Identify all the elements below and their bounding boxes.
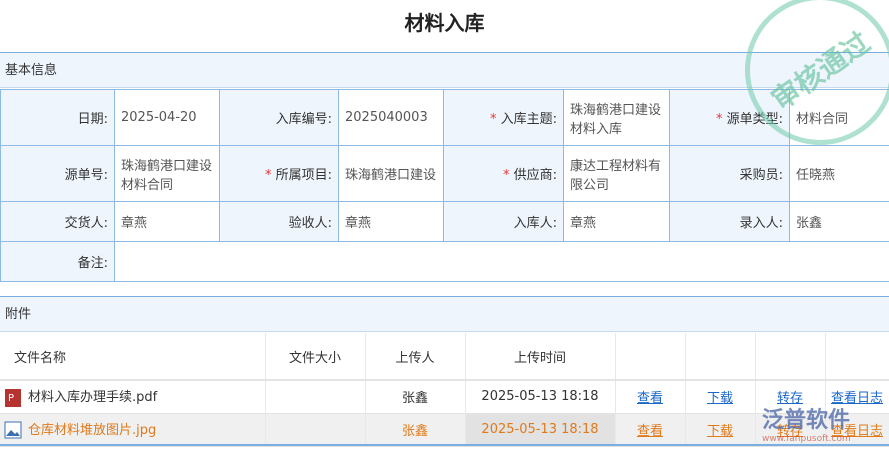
inspector-label: 验收人:: [219, 201, 339, 242]
receiver-label: 入库人:: [443, 201, 564, 242]
header-file-name: 文件名称: [0, 333, 266, 381]
download-link[interactable]: 下载: [707, 391, 733, 406]
supplier-value: 康达工程材料有限公司: [563, 145, 670, 202]
required-mark: *: [715, 112, 723, 127]
remark-value: [114, 241, 889, 282]
pdf-icon: P: [5, 388, 21, 407]
uploader: 张鑫: [365, 413, 466, 447]
subject-value: 珠海鹤港口建设材料入库: [563, 89, 670, 146]
header-file-size: 文件大小: [265, 333, 366, 381]
src-type-label-text: 源单类型:: [726, 112, 783, 127]
subject-label: * 入库主题:: [443, 89, 564, 146]
deliverer-label: 交货人:: [0, 201, 115, 242]
no-label: 入库编号:: [219, 89, 339, 146]
file-size: [265, 413, 366, 447]
uploader: 张鑫: [365, 380, 466, 414]
subject-label-text: 入库主题:: [500, 112, 557, 127]
src-no-label: 源单号:: [0, 145, 115, 202]
supplier-label-text: 供应商:: [513, 168, 557, 183]
src-type-label: * 源单类型:: [669, 89, 790, 146]
view-log-link[interactable]: 查看日志: [831, 391, 883, 406]
upload-time: 2025-05-13 18:18: [465, 413, 616, 447]
no-value: 2025040003: [338, 89, 444, 146]
remark-label: 备注:: [0, 241, 115, 282]
project-label-text: 所属项目:: [275, 168, 332, 183]
transfer-link[interactable]: 转存: [777, 391, 803, 406]
src-type-value: 材料合同: [789, 89, 889, 146]
attachments-table: 文件名称 文件大小 上传人 上传时间 P 材料入库办理手续.pdf 张鑫 2025…: [0, 333, 889, 447]
page-title: 材料入库: [404, 11, 485, 35]
upload-time: 2025-05-13 18:18: [465, 380, 616, 414]
file-name-text: 材料入库办理手续.pdf: [28, 390, 158, 405]
src-no-value: 珠海鹤港口建设材料合同: [114, 145, 220, 202]
file-name: P 材料入库办理手续.pdf: [0, 380, 266, 414]
transfer-link[interactable]: 转存: [777, 424, 803, 439]
section-attachments: 附件: [0, 296, 889, 332]
required-mark: *: [502, 168, 510, 183]
view-link[interactable]: 查看: [637, 391, 663, 406]
supplier-label: * 供应商:: [443, 145, 564, 202]
attachment-row: P 材料入库办理手续.pdf 张鑫 2025-05-13 18:18 查看 下载 …: [0, 380, 889, 414]
project-label: * 所属项目:: [219, 145, 339, 202]
buyer-value: 任晓燕: [789, 145, 889, 202]
required-mark: *: [489, 112, 497, 127]
file-size: [265, 380, 366, 414]
attachment-row: 仓库材料堆放图片.jpg 张鑫 2025-05-13 18:18 查看 下载 转…: [0, 413, 889, 447]
svg-text:P: P: [8, 393, 14, 404]
date-value: 2025-04-20: [114, 89, 220, 146]
date-label: 日期:: [0, 89, 115, 146]
header-upload-time: 上传时间: [465, 333, 616, 381]
entry-label: 录入人:: [669, 201, 790, 242]
project-value: 珠海鹤港口建设: [338, 145, 444, 202]
header-uploader: 上传人: [365, 333, 466, 381]
download-link[interactable]: 下载: [707, 424, 733, 439]
image-icon: [4, 421, 22, 439]
deliverer-value: 章燕: [114, 201, 220, 242]
view-link[interactable]: 查看: [637, 424, 663, 439]
file-name-text: 仓库材料堆放图片.jpg: [28, 422, 157, 438]
buyer-label: 采购员:: [669, 145, 790, 202]
entry-value: 张鑫: [789, 201, 889, 242]
required-mark: *: [264, 168, 272, 183]
receiver-value: 章燕: [563, 201, 670, 242]
file-name: 仓库材料堆放图片.jpg: [0, 413, 266, 447]
basic-info-table: 日期: 2025-04-20 入库编号: 2025040003 * 入库主题: …: [0, 89, 889, 282]
inspector-value: 章燕: [338, 201, 444, 242]
section-basic-info: 基本信息: [0, 52, 889, 88]
bottom-divider: [0, 444, 889, 446]
view-log-link[interactable]: 查看日志: [831, 424, 883, 439]
